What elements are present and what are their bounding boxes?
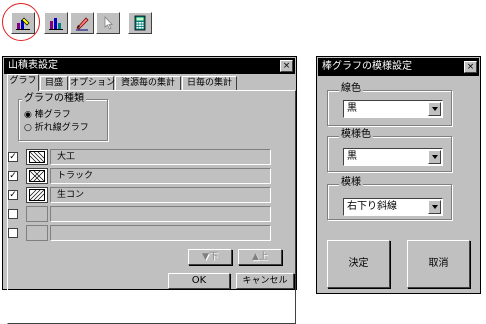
radio-selected-icon: ◉ [24,110,32,120]
pattern-swatch[interactable] [26,149,48,165]
close-button[interactable]: × [464,61,477,73]
series-row[interactable] [4,205,271,224]
pattern-label: 模様 [339,177,363,189]
fill-color-value: 黒 [347,151,357,162]
calculator-icon [134,15,146,31]
series-name: トラック [50,168,271,184]
pointer-button[interactable] [96,12,120,34]
main-window: 山積表設定 × グラフ 目盛 オプション 資源毎の集計 日毎の集計 グラフの種類… [2,56,297,324]
fill-color-label: 模様色 [339,129,373,141]
pattern-swatch[interactable] [26,187,48,203]
cancel-button[interactable]: 取消 [407,240,470,288]
line-color-dropdown[interactable]: 黒 [343,100,443,118]
pattern-swatch[interactable] [26,225,48,241]
series-name [50,225,271,241]
main-window-title: 山積表設定 [8,60,58,71]
series-row[interactable]: ✓ 大工 [4,148,271,167]
line-color-label: 線色 [339,83,363,95]
crosshatch-icon [29,170,45,182]
pattern-value: 右下り斜線 [347,201,397,212]
diagonal-hatch-icon [29,189,45,201]
radio-unselected-icon: ○ [24,123,32,133]
dropdown-arrow-icon[interactable] [428,150,441,164]
tab-options[interactable]: オプション [69,76,115,90]
bar-chart-icon [49,18,63,30]
pattern-dropdown[interactable]: 右下り斜線 [343,198,443,216]
pattern-dialog: 棒グラフの模様設定 × 線色 黒 模様色 黒 模様 右下り斜線 決定 取消 [316,56,481,294]
line-color-value: 黒 [347,103,357,114]
radio-line-chart[interactable]: ○ 折れ線グラフ [24,123,89,134]
series-row[interactable]: ✓ トラック [4,167,271,186]
tab-daily-summary[interactable]: 日毎の集計 [182,76,237,90]
calculator-button[interactable] [128,12,152,34]
confirm-button[interactable]: 決定 [327,240,390,288]
tab-scale[interactable]: 目盛 [40,76,68,90]
pointer-icon [104,15,113,30]
series-checkbox[interactable]: ✓ [8,190,18,200]
pattern-swatch[interactable] [26,206,48,222]
fill-color-dropdown[interactable]: 黒 [343,148,443,166]
series-name: 大工 [50,149,271,165]
pencil-icon [76,17,89,31]
chart-settings-icon [16,17,30,30]
move-down-button[interactable]: ▼下 [188,249,232,265]
series-checkbox[interactable]: ✓ [8,171,18,181]
series-row[interactable]: ✓ 生コン [4,186,271,205]
pattern-dialog-titlebar: 棒グラフの模様設定 × [318,58,479,76]
series-checkbox[interactable] [8,209,18,219]
radio-line-chart-label: 折れ線グラフ [34,123,89,133]
chart-settings-button[interactable] [11,12,35,34]
diagonal-hatch-icon [29,151,45,163]
dropdown-arrow-icon[interactable] [428,200,441,214]
edit-button[interactable] [70,12,94,34]
bar-chart-button[interactable] [44,12,68,34]
cancel-button[interactable]: キャンセル [236,273,294,289]
move-up-button[interactable]: ▲上 [238,249,282,265]
dropdown-arrow-icon[interactable] [428,102,441,116]
series-checkbox[interactable]: ✓ [8,152,18,162]
radio-bar-chart-label: 棒グラフ [34,110,71,120]
chart-type-group-label: グラフの種類 [22,93,86,105]
series-name: 生コン [50,187,271,203]
tab-resource-summary[interactable]: 資源毎の集計 [115,76,181,90]
pattern-dialog-title: 棒グラフの模様設定 [322,61,412,72]
close-button[interactable]: × [280,60,293,72]
series-row[interactable] [4,224,271,243]
ok-button[interactable]: OK [168,273,230,289]
radio-bar-chart[interactable]: ◉ 棒グラフ [24,110,71,121]
tab-graph[interactable]: グラフ [7,74,39,91]
series-checkbox[interactable] [8,228,18,238]
pattern-swatch[interactable] [26,168,48,184]
main-window-titlebar: 山積表設定 × [4,58,295,74]
series-name [50,206,271,222]
